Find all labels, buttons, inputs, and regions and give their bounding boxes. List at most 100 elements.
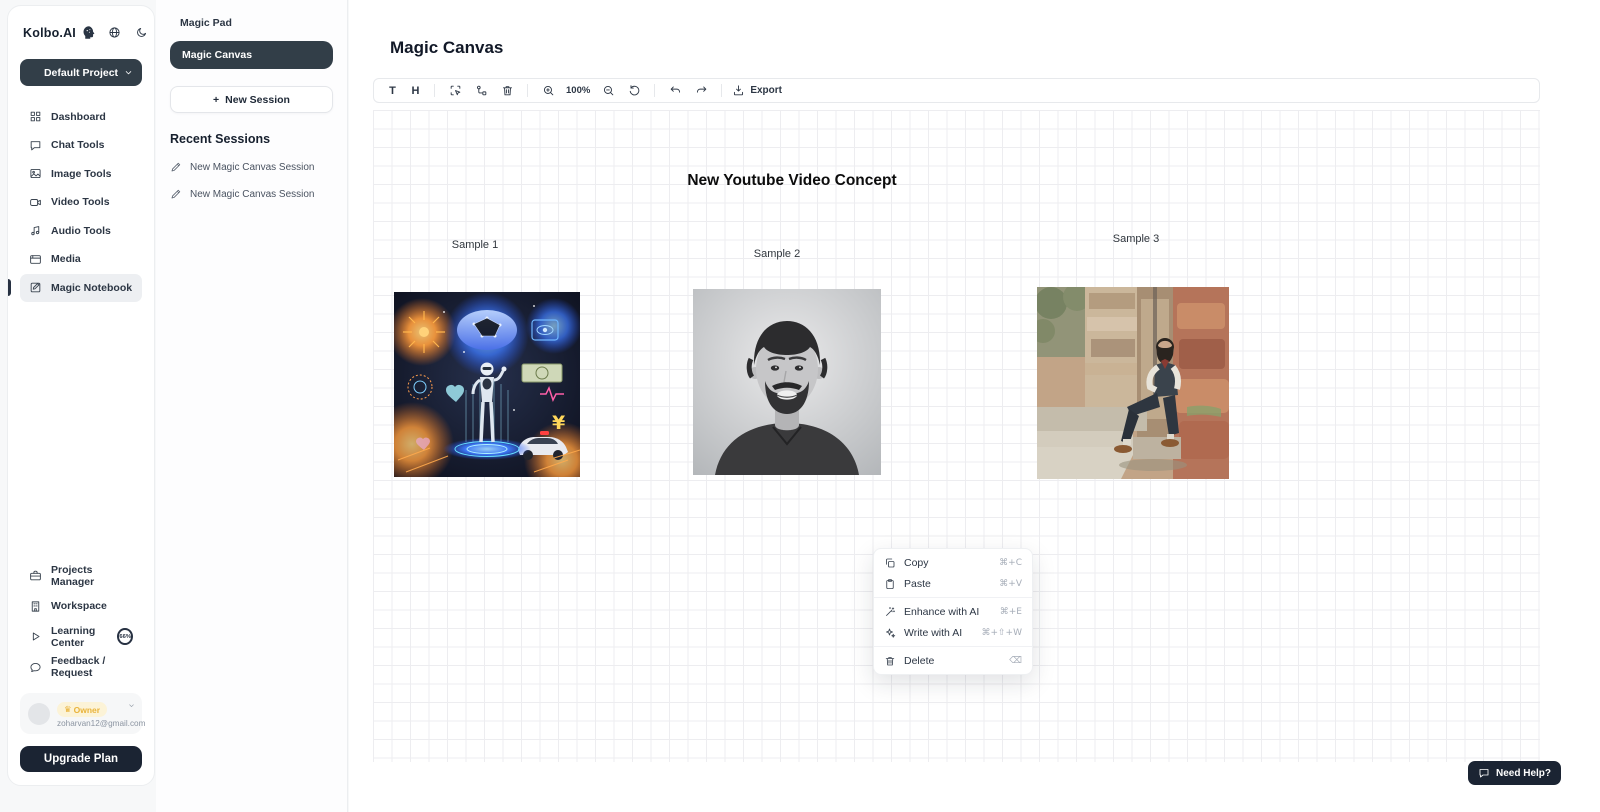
- image-icon: [29, 167, 42, 180]
- sample-1-image-ai-collage[interactable]: ¥: [394, 292, 580, 477]
- recent-sessions-heading: Recent Sessions: [170, 132, 333, 146]
- canvas-surface[interactable]: New Youtube Video Concept Sample 1 Sampl…: [373, 110, 1540, 762]
- sidebar-item-chat-tools[interactable]: Chat Tools: [20, 132, 142, 160]
- upgrade-plan-button[interactable]: Upgrade Plan: [20, 746, 142, 772]
- session-list-item[interactable]: New Magic Canvas Session: [170, 188, 333, 200]
- rotate-reset-icon: [628, 84, 641, 97]
- brand-logo-text: Kolbo.AI: [23, 26, 76, 40]
- dark-mode-moon-icon[interactable]: [135, 26, 148, 39]
- pencil-icon: [170, 161, 182, 173]
- session-item-label: New Magic Canvas Session: [190, 189, 315, 200]
- trash-icon: [501, 84, 514, 97]
- delete-tool-button[interactable]: [497, 81, 517, 101]
- zoom-out-button[interactable]: [598, 81, 618, 101]
- avatar: [28, 703, 50, 725]
- session-list-item[interactable]: New Magic Canvas Session: [170, 161, 333, 173]
- session-item-label: New Magic Canvas Session: [190, 162, 315, 173]
- copy-icon: [884, 557, 896, 569]
- text-tool-button[interactable]: T: [384, 85, 401, 97]
- undo-icon: [669, 84, 682, 97]
- language-globe-icon[interactable]: [108, 26, 121, 39]
- learning-progress-ring: 66%: [117, 628, 133, 645]
- menu-item-write-with-ai[interactable]: Write with AI ⌘+⇧+W: [874, 622, 1032, 643]
- user-account-card[interactable]: ♛Owner zoharvan12@gmail.com: [20, 693, 142, 734]
- zoom-level: 100%: [566, 85, 590, 96]
- reset-view-button[interactable]: [624, 81, 644, 101]
- sample-3-image-man-on-ruins[interactable]: [1037, 287, 1229, 479]
- menu-shortcut: ⌘+E: [1000, 607, 1022, 617]
- toolbar-divider: [721, 84, 722, 97]
- redo-button[interactable]: [691, 81, 711, 101]
- notebook-pen-icon: [29, 281, 42, 294]
- sidebar-item-label: Magic Notebook: [51, 282, 132, 294]
- chat-icon: [29, 139, 42, 152]
- sidebar-item-label: Audio Tools: [51, 225, 111, 237]
- sidebar-item-label: Workspace: [51, 600, 107, 612]
- export-label: Export: [750, 85, 782, 96]
- sidebar-item-media[interactable]: Media: [20, 246, 142, 274]
- brand-head-icon: [81, 25, 96, 40]
- sidebar-item-learning-center[interactable]: Learning Center 66%: [20, 623, 142, 651]
- zoom-in-icon: [542, 84, 555, 97]
- sidebar-item-audio-tools[interactable]: Audio Tools: [20, 217, 142, 245]
- sidebar-item-label: Learning Center: [51, 625, 105, 649]
- menu-divider: [874, 646, 1032, 647]
- play-icon: [29, 630, 42, 643]
- sample-2-label[interactable]: Sample 2: [737, 248, 817, 260]
- undo-button[interactable]: [665, 81, 685, 101]
- toolbar-divider: [527, 84, 528, 97]
- export-button[interactable]: Export: [732, 84, 782, 97]
- context-menu: Copy ⌘+C Paste ⌘+V Enhance with AI ⌘+E W…: [873, 548, 1033, 675]
- zoom-in-button[interactable]: [538, 81, 558, 101]
- heading-tool-button[interactable]: H: [407, 85, 424, 97]
- menu-item-paste[interactable]: Paste ⌘+V: [874, 573, 1032, 594]
- sidebar-item-image-tools[interactable]: Image Tools: [20, 160, 142, 188]
- flow-connector-icon: [475, 84, 488, 97]
- menu-item-label: Delete: [904, 655, 934, 667]
- sidebar-item-label: Media: [51, 253, 81, 265]
- brand-row: Kolbo.AI: [20, 25, 142, 40]
- canvas-heading-text[interactable]: New Youtube Video Concept: [620, 172, 964, 190]
- paste-clipboard-icon: [884, 578, 896, 590]
- panel-item-magic-canvas[interactable]: Magic Canvas: [170, 41, 333, 69]
- sidebar-item-magic-notebook[interactable]: Magic Notebook: [20, 274, 142, 302]
- video-camera-icon: [29, 196, 42, 209]
- trash-icon: [884, 655, 896, 667]
- menu-item-enhance-with-ai[interactable]: Enhance with AI ⌘+E: [874, 601, 1032, 622]
- sidebar-item-label: Projects Manager: [51, 564, 133, 588]
- speech-bubble-icon: [29, 661, 42, 674]
- sample-3-label[interactable]: Sample 3: [1096, 233, 1176, 245]
- briefcase-icon: [29, 569, 42, 582]
- sample-1-label[interactable]: Sample 1: [435, 239, 515, 251]
- menu-shortcut: ⌘+⇧+W: [981, 628, 1022, 638]
- menu-item-delete[interactable]: Delete ⌫: [874, 650, 1032, 671]
- sidebar-nav: Dashboard Chat Tools Image Tools Video T…: [20, 103, 142, 302]
- sidebar-item-label: Feedback / Request: [51, 655, 133, 679]
- pencil-icon: [170, 188, 182, 200]
- panel-item-magic-pad[interactable]: Magic Pad: [170, 14, 333, 32]
- need-help-button[interactable]: Need Help?: [1468, 761, 1561, 785]
- sidebar-item-workspace[interactable]: Workspace: [20, 593, 142, 621]
- menu-item-label: Copy: [904, 557, 929, 569]
- sidebar-item-label: Chat Tools: [51, 139, 104, 151]
- building-icon: [29, 600, 42, 613]
- need-help-label: Need Help?: [1496, 768, 1551, 779]
- user-email: zoharvan12@gmail.com: [57, 719, 145, 728]
- sidebar-item-dashboard[interactable]: Dashboard: [20, 103, 142, 131]
- project-selector[interactable]: Default Project: [20, 59, 142, 86]
- sample-2-image-bw-portrait[interactable]: [693, 289, 881, 475]
- new-session-button[interactable]: + New Session: [170, 86, 333, 113]
- owner-badge-label: Owner: [74, 705, 100, 715]
- media-folder-icon: [29, 253, 42, 266]
- sidebar-item-video-tools[interactable]: Video Tools: [20, 189, 142, 217]
- connector-tool-button[interactable]: [471, 81, 491, 101]
- sidebar-item-label: Video Tools: [51, 196, 110, 208]
- session-panel: Magic Pad Magic Canvas + New Session Rec…: [156, 0, 348, 812]
- menu-item-copy[interactable]: Copy ⌘+C: [874, 552, 1032, 573]
- sidebar-item-feedback-request[interactable]: Feedback / Request: [20, 654, 142, 682]
- owner-badge: ♛Owner: [57, 702, 107, 717]
- select-tool-button[interactable]: [445, 81, 465, 101]
- dashboard-icon: [29, 110, 42, 123]
- menu-item-label: Paste: [904, 578, 931, 590]
- sidebar-item-projects-manager[interactable]: Projects Manager: [20, 562, 142, 590]
